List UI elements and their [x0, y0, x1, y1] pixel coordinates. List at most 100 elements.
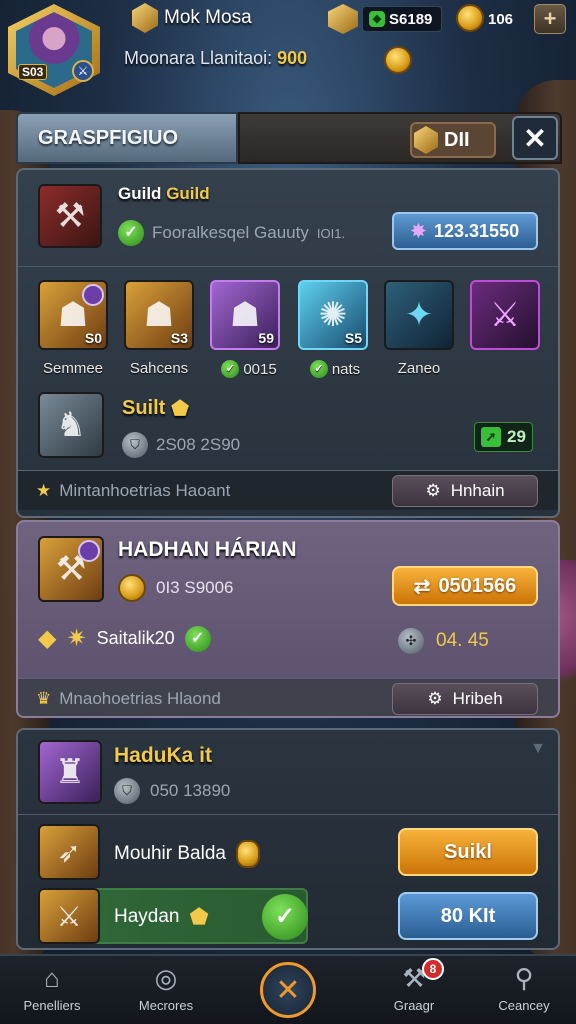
guild-desc: Fooralkesqel Gauuty — [152, 223, 309, 242]
gold-ore-icon: ⬟ — [189, 904, 209, 929]
avatar-level: S03 — [18, 64, 48, 80]
item2-button[interactable]: 80 KIt — [398, 892, 538, 940]
guild-title-white: Guild — [118, 184, 162, 203]
shield-icon: ⛉ — [122, 432, 148, 458]
hadhan-row1: 0I3 S9006 — [118, 574, 234, 602]
star-shard-icon: ✦ — [404, 296, 434, 334]
footer-button[interactable]: ⚙ Hnhain — [392, 475, 538, 507]
coin-icon — [456, 4, 484, 32]
star-icon: ★ — [36, 481, 52, 500]
footer-text: Mintanhoetrias Haoant — [59, 481, 231, 500]
hero-tile-2[interactable]: ☗ S3 — [124, 280, 194, 350]
nav-item-target[interactable]: ◎ Mecrores — [116, 962, 216, 1014]
rank-badge-icon — [82, 284, 104, 306]
panel-title: GRASPFIGIUO — [16, 112, 238, 164]
footer-button[interactable]: ⚙ Hribeh — [392, 683, 538, 715]
bottom-nav: ⌂ Penelliers ◎ Mecrores ✕ ⚒ Graagr 8 ⚲ C… — [0, 954, 576, 1024]
hero-num: S5 — [344, 330, 362, 346]
hero-num: S0 — [84, 330, 102, 346]
profile-icon: ⚲ — [514, 962, 534, 993]
top-bar: S03 ⚔ Mok Mosa ◆ S6189 106 + Moonara Lla… — [0, 0, 576, 100]
hero-name-3-text: 0015 — [243, 360, 277, 378]
guild-desc-row: ✓ Fooralkesqel Gauuty IOI1. — [118, 220, 345, 246]
footer-text-row: ★ Mintanhoetrias Haoant — [36, 481, 230, 501]
sub-title-row: Suilt ⬟ — [122, 396, 189, 421]
gold-gem-icon: ◆ — [38, 625, 57, 652]
hero-name-5: Zaneo — [397, 360, 441, 377]
hadhan-row2: ◆ ✷ Saitalik20 ✓ — [38, 624, 211, 653]
item2-tile[interactable]: ⚔ — [38, 888, 100, 944]
sub-hero-tile[interactable]: ♞ — [38, 392, 104, 458]
rank-icon: ⚔ — [72, 60, 94, 82]
gold-star-icon: ✷ — [66, 625, 87, 652]
nav-item-forge[interactable]: ⚒ Graagr — [364, 962, 464, 1014]
hadhan-row1-value: 0I3 S9006 — [156, 578, 234, 597]
footer-text: Mnaohoetrias Hlaond — [59, 689, 221, 708]
mage-icon: ♜ — [54, 753, 86, 791]
check-icon: ✓ — [221, 360, 240, 378]
knight-icon: ♞ — [55, 406, 87, 444]
hero-tile-6[interactable]: ⚔ — [470, 280, 540, 350]
footer-text-row: ♛ Mnaohoetrias Hlaond — [36, 689, 221, 709]
shield-icon: ⛉ — [114, 778, 140, 804]
nav-label: Graagr — [393, 998, 435, 1013]
add-currency-button[interactable]: + — [534, 4, 566, 34]
green-badge-value: 29 — [507, 427, 526, 446]
check-icon: ✓ — [184, 625, 211, 652]
divider — [18, 814, 558, 815]
card-footer: ★ Mintanhoetrias Haoant ⚙ Hnhain — [18, 470, 558, 510]
item1-name: Mouhir Balda — [114, 843, 226, 864]
home-icon: ⌂ — [44, 962, 60, 993]
check-icon: ✓ — [118, 220, 144, 246]
card-footer: ♛ Mnaohoetrias Hlaond ⚙ Hribeh — [18, 678, 558, 716]
crystal-icon — [414, 126, 438, 154]
sword-icon: ⚔ — [56, 900, 82, 932]
hadhan-row2-value: 04. 45 — [436, 630, 489, 651]
collapse-chevron-icon[interactable]: ▼ — [530, 740, 546, 758]
hadhan-row2-right: ✣ 04. 45 — [398, 628, 489, 654]
coin-icon — [384, 46, 412, 74]
guild-card: ⚒ Guild Guild ✓ Fooralkesqel Gauuty IOI1… — [16, 168, 560, 518]
player-avatar[interactable] — [8, 4, 100, 96]
guild-value-pill[interactable]: ✸ 123.31550 — [392, 212, 538, 250]
gem-currency-icon — [328, 4, 358, 34]
sparkle-icon: ✸ — [410, 220, 426, 241]
hero-tile-3[interactable]: ☗ 59 — [210, 280, 280, 350]
nav-item-profile[interactable]: ⚲ Ceancey — [474, 962, 574, 1014]
haduka-portrait-tile: ♜ — [38, 740, 102, 804]
hadhan-orange-pill[interactable]: ⇄ 0501566 — [392, 566, 538, 606]
guild-panel: GRASPFIGIUO DII ✕ ⚒ Guild Guild ✓ Fooral… — [14, 110, 562, 950]
header-resource-value: DII — [444, 128, 470, 151]
green-badge: ➚ 29 — [474, 422, 533, 452]
confirm-check-icon[interactable]: ✓ — [262, 894, 308, 940]
footer-button-label: Hribeh — [452, 689, 503, 708]
hero-num: S3 — [170, 330, 188, 346]
item1-button[interactable]: Suikl — [398, 828, 538, 876]
nav-label: Mecrores — [138, 998, 194, 1013]
center-action-button[interactable]: ✕ — [260, 962, 316, 1018]
compass-icon: ✣ — [398, 628, 424, 654]
coin-icon — [118, 574, 146, 602]
player-name-row: Mok Mosa — [132, 2, 252, 34]
guild-emblem-tile: ⚒ — [38, 184, 102, 248]
hero-name-3: ✓ 0015 — [208, 360, 290, 378]
hero-name-1: Semmee — [42, 360, 104, 377]
close-button[interactable]: ✕ — [512, 116, 558, 160]
guild-title: Guild Guild — [118, 184, 210, 204]
gems-counter[interactable]: ◆ S6189 — [362, 6, 442, 32]
nav-item-home[interactable]: ⌂ Penelliers — [2, 962, 102, 1014]
hammer-icon: ⚒ — [54, 197, 86, 235]
sword-icon: ⚔ — [489, 296, 521, 334]
hadhan-title: HADHAN HÁRIAN — [118, 538, 297, 561]
item1-row: Mouhir Balda — [114, 840, 260, 868]
hero-tile-1[interactable]: ☗ S0 — [38, 280, 108, 350]
guild-value: 123.31550 — [434, 220, 520, 241]
check-icon: ✓ — [309, 360, 328, 378]
header-resource[interactable]: DII — [410, 122, 496, 158]
item1-tile[interactable]: ➶ — [38, 824, 100, 880]
hero-tile-5[interactable]: ✦ — [384, 280, 454, 350]
hero-tile-4[interactable]: ✺ S5 — [298, 280, 368, 350]
hero-name-4: ✓ nats — [294, 360, 376, 378]
crown-icon: ♛ — [36, 689, 52, 708]
gear-icon: ⚙ — [425, 481, 441, 500]
